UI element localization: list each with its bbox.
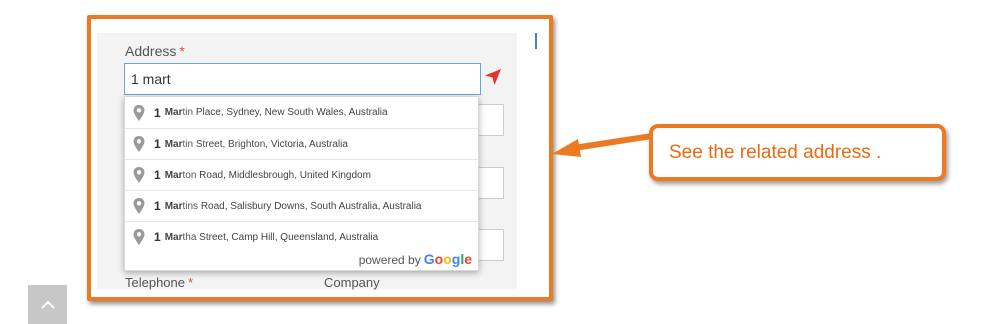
callout-arrow-icon — [552, 133, 653, 157]
powered-by-google: powered by Google — [359, 251, 472, 267]
suggestion-text: Martin Street, Brighton, Victoria, Austr… — [164, 138, 348, 150]
location-arrow-icon[interactable] — [484, 68, 502, 86]
map-pin-icon — [133, 104, 145, 121]
suggestion-text: Martin Place, Sydney, New South Wales, A… — [164, 107, 388, 118]
company-label: Company — [324, 275, 380, 290]
map-pin-icon — [133, 198, 145, 214]
field-box[interactable] — [478, 104, 504, 136]
suggestion-number: 1 — [154, 105, 161, 120]
text-cursor-marker — [535, 33, 537, 49]
address-input[interactable] — [124, 63, 481, 95]
required-mark: * — [179, 43, 185, 59]
suggestion-text: Martins Road, Salisbury Downs, South Aus… — [164, 200, 422, 212]
powered-by-text: powered by — [358, 253, 421, 267]
suggestion-number: 1 — [154, 199, 161, 213]
field-box[interactable] — [478, 229, 504, 261]
address-label: Address * — [125, 43, 185, 59]
autocomplete-dropdown: 1 Martin Place, Sydney, New South Wales,… — [124, 96, 479, 271]
map-pin-icon — [133, 229, 145, 245]
suggestion-text: Martha Street, Camp Hill, Queensland, Au… — [164, 231, 379, 243]
suggestion-text: Marton Road, Middlesbrough, United Kingd… — [164, 169, 371, 181]
google-logo: Google — [423, 251, 472, 267]
suggestion-number: 1 — [154, 137, 161, 151]
callout-box: See the related address . — [649, 124, 946, 181]
suggestion-number: 1 — [154, 230, 161, 244]
map-pin-icon — [133, 167, 145, 183]
scroll-to-top-button[interactable] — [28, 285, 67, 324]
callout-text: See the related address . — [669, 141, 882, 163]
map-pin-icon — [133, 136, 145, 152]
suggestion-number: 1 — [154, 168, 161, 182]
suggestion-item[interactable]: 1 Martin Place, Sydney, New South Wales,… — [125, 97, 478, 128]
field-box[interactable] — [478, 167, 504, 199]
suggestion-item[interactable]: 1 Marton Road, Middlesbrough, United Kin… — [125, 159, 478, 190]
suggestion-item[interactable]: 1 Martin Street, Brighton, Victoria, Aus… — [125, 128, 478, 159]
telephone-label: Telephone * — [125, 275, 194, 290]
suggestion-item[interactable]: 1 Martha Street, Camp Hill, Queensland, … — [125, 221, 478, 252]
chevron-up-icon — [40, 300, 55, 309]
suggestion-item[interactable]: 1 Martins Road, Salisbury Downs, South A… — [125, 190, 478, 221]
